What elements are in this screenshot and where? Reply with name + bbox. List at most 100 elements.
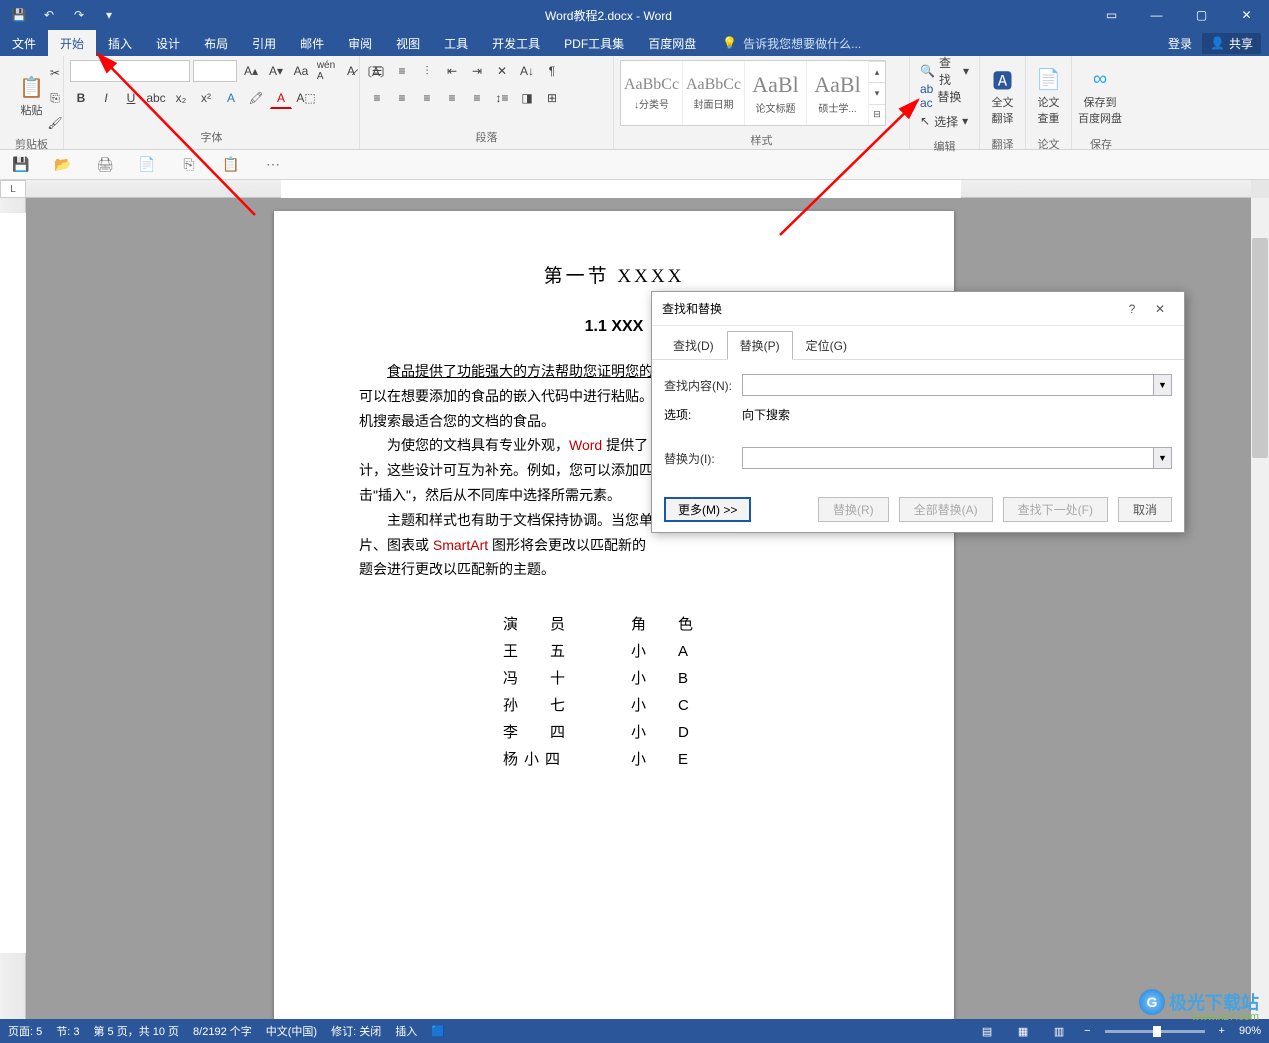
sec-copy-icon[interactable]: ⎘ <box>178 154 200 176</box>
style-gallery[interactable]: AaBbCc↓分类号 AaBbCc封面日期 AaBl论文标题 AaBl硕士学..… <box>620 60 886 126</box>
font-size-select[interactable] <box>193 60 237 82</box>
ribbon-options-icon[interactable]: ▭ <box>1089 0 1134 30</box>
align-right-icon[interactable]: ≡ <box>416 87 438 109</box>
tab-design[interactable]: 设计 <box>144 30 192 56</box>
qat-save-icon[interactable]: 💾 <box>6 2 32 28</box>
tab-references[interactable]: 引用 <box>240 30 288 56</box>
numbering-icon[interactable]: ≡ <box>391 60 413 82</box>
status-page[interactable]: 页面: 5 <box>8 1023 42 1039</box>
decrease-font-icon[interactable]: A▾ <box>265 60 287 82</box>
view-read-icon[interactable]: ▤ <box>976 1022 998 1040</box>
borders-icon[interactable]: ⊞ <box>541 87 563 109</box>
subscript-icon[interactable]: x₂ <box>170 87 192 109</box>
chevron-down-icon[interactable]: ▼ <box>1153 375 1171 395</box>
style-item[interactable]: AaBl论文标题 <box>745 61 807 125</box>
zoom-value[interactable]: 90% <box>1239 1025 1261 1037</box>
style-item[interactable]: AaBbCc封面日期 <box>683 61 745 125</box>
share-button[interactable]: 👤共享 <box>1202 33 1261 54</box>
status-track[interactable]: 修订: 关闭 <box>331 1023 381 1039</box>
line-spacing-icon[interactable]: ↕≡ <box>491 87 513 109</box>
replace-all-button[interactable]: 全部替换(A) <box>899 497 993 522</box>
horizontal-ruler[interactable] <box>26 180 1251 198</box>
tab-insert[interactable]: 插入 <box>96 30 144 56</box>
copy-icon[interactable]: ⎘ <box>44 87 66 109</box>
sec-paste-icon[interactable]: 📋 <box>220 154 242 176</box>
qat-redo-icon[interactable]: ↷ <box>66 2 92 28</box>
sec-save-icon[interactable]: 💾 <box>10 154 32 176</box>
dialog-tab-goto[interactable]: 定位(G) <box>793 331 860 360</box>
italic-icon[interactable]: I <box>95 87 117 109</box>
cancel-button[interactable]: 取消 <box>1118 497 1172 522</box>
replace-one-button[interactable]: 替换(R) <box>818 497 889 522</box>
qat-undo-icon[interactable]: ↶ <box>36 2 62 28</box>
find-button[interactable]: 🔍查找▾ <box>916 60 973 82</box>
bullets-icon[interactable]: ☰ <box>366 60 388 82</box>
style-expand[interactable]: ▴▾⊟ <box>869 61 885 125</box>
translate-button[interactable]: 🅰 全文 翻译 <box>986 60 1019 130</box>
replace-button[interactable]: abac替换 <box>916 85 973 107</box>
dialog-tab-find[interactable]: 查找(D) <box>660 331 727 360</box>
tab-baidu[interactable]: 百度网盘 <box>636 30 708 56</box>
tab-developer[interactable]: 开发工具 <box>480 30 552 56</box>
phonetic-guide-icon[interactable]: wénA <box>315 60 337 82</box>
style-item[interactable]: AaBbCc↓分类号 <box>621 61 683 125</box>
tab-review[interactable]: 审阅 <box>336 30 384 56</box>
dialog-close-icon[interactable]: ✕ <box>1146 295 1174 323</box>
tab-tools[interactable]: 工具 <box>432 30 480 56</box>
dialog-help-icon[interactable]: ? <box>1118 295 1146 323</box>
asian-layout-icon[interactable]: ✕ <box>491 60 513 82</box>
sort-icon[interactable]: A↓ <box>516 60 538 82</box>
multilevel-icon[interactable]: ⫶ <box>416 60 438 82</box>
vertical-scrollbar[interactable] <box>1251 198 1269 1019</box>
close-icon[interactable]: ✕ <box>1224 0 1269 30</box>
show-marks-icon[interactable]: ¶ <box>541 60 563 82</box>
tell-me-search[interactable]: 💡 告诉我您想要做什么... <box>708 30 1168 56</box>
cut-icon[interactable]: ✂ <box>44 62 66 84</box>
highlight-icon[interactable]: 🖍 <box>245 87 267 109</box>
align-center-icon[interactable]: ≡ <box>391 87 413 109</box>
strikethrough-icon[interactable]: abc <box>145 87 167 109</box>
decrease-indent-icon[interactable]: ⇤ <box>441 60 463 82</box>
replace-input[interactable]: ▼ <box>742 447 1172 469</box>
status-mode[interactable]: 插入 <box>395 1023 417 1039</box>
sec-print-icon[interactable]: 🖨 <box>94 154 116 176</box>
find-next-button[interactable]: 查找下一处(F) <box>1003 497 1108 522</box>
chevron-down-icon[interactable]: ▼ <box>1153 448 1171 468</box>
text-effects-icon[interactable]: A <box>220 87 242 109</box>
clear-format-icon[interactable]: A̷ <box>340 60 362 82</box>
font-family-select[interactable] <box>70 60 190 82</box>
increase-indent-icon[interactable]: ⇥ <box>466 60 488 82</box>
zoom-slider[interactable] <box>1105 1030 1205 1033</box>
find-input[interactable]: ▼ <box>742 374 1172 396</box>
distribute-icon[interactable]: ≡ <box>466 87 488 109</box>
status-words[interactable]: 8/2192 个字 <box>193 1023 252 1039</box>
style-item[interactable]: AaBl硕士学... <box>807 61 869 125</box>
thesis-button[interactable]: 📄 论文 查重 <box>1032 60 1065 130</box>
tab-layout[interactable]: 布局 <box>192 30 240 56</box>
font-color-icon[interactable]: A <box>270 87 292 109</box>
superscript-icon[interactable]: x² <box>195 87 217 109</box>
justify-icon[interactable]: ≡ <box>441 87 463 109</box>
status-lang[interactable]: 中文(中国) <box>266 1023 317 1039</box>
tab-view[interactable]: 视图 <box>384 30 432 56</box>
sec-new-icon[interactable]: 📄 <box>136 154 158 176</box>
status-pages[interactable]: 第 5 页，共 10 页 <box>93 1023 179 1039</box>
shading-icon[interactable]: ◨ <box>516 87 538 109</box>
status-section[interactable]: 节: 3 <box>56 1023 79 1039</box>
dialog-tab-replace[interactable]: 替换(P) <box>727 331 793 360</box>
tab-mail[interactable]: 邮件 <box>288 30 336 56</box>
bold-icon[interactable]: B <box>70 87 92 109</box>
login-link[interactable]: 登录 <box>1168 35 1192 52</box>
maximize-icon[interactable]: ▢ <box>1179 0 1224 30</box>
align-left-icon[interactable]: ≡ <box>366 87 388 109</box>
vertical-ruler[interactable] <box>0 198 26 1019</box>
view-print-icon[interactable]: ▦ <box>1012 1022 1034 1040</box>
qat-more-icon[interactable]: ▾ <box>96 2 122 28</box>
sec-open-icon[interactable]: 📂 <box>52 154 74 176</box>
char-shading-icon[interactable]: A⬚ <box>295 87 317 109</box>
view-web-icon[interactable]: ▥ <box>1048 1022 1070 1040</box>
format-painter-icon[interactable]: 🖌 <box>44 112 66 134</box>
increase-font-icon[interactable]: A▴ <box>240 60 262 82</box>
change-case-icon[interactable]: Aa <box>290 60 312 82</box>
select-button[interactable]: ↖选择▾ <box>916 110 973 132</box>
